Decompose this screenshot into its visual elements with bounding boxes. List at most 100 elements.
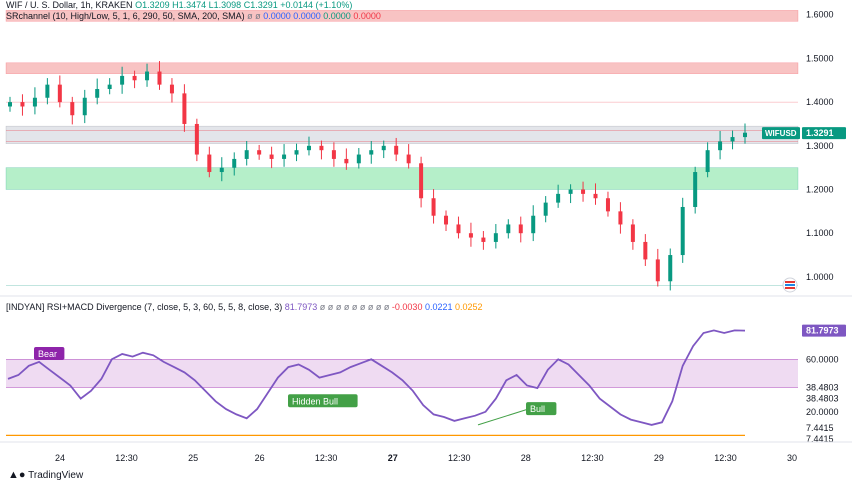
- candle-body: [344, 158, 349, 164]
- symbol-line[interactable]: WIF / U. S. Dollar, 1h, KRAKEN: [6, 0, 133, 10]
- candle-body: [95, 89, 100, 98]
- candle-body: [543, 202, 548, 216]
- candle-body: [120, 75, 125, 85]
- ind-null: ø: [359, 302, 366, 312]
- flag-icon[interactable]: [782, 277, 798, 293]
- candle-body: [232, 158, 237, 168]
- candle-body: [643, 241, 648, 260]
- rsi-band-fill: [6, 359, 798, 388]
- candle-body: [369, 150, 374, 155]
- ind-null: ø: [351, 302, 358, 312]
- sr-value: 0.0000: [293, 11, 321, 21]
- bear-label-text: Bear: [38, 349, 57, 359]
- sr-value: 0.0000: [323, 11, 351, 21]
- time-tick-label: 27: [388, 453, 398, 463]
- candle-body: [20, 102, 25, 107]
- time-tick-label: 12:30: [315, 453, 338, 463]
- candle-body: [294, 150, 299, 155]
- candle-body: [431, 198, 436, 216]
- time-tick-label: 30: [787, 453, 797, 463]
- candle-body: [730, 137, 735, 142]
- candle-body: [655, 259, 660, 282]
- sr-null: ø: [247, 11, 253, 21]
- brand-name: TradingView: [28, 470, 84, 481]
- price-axis: 1.6000 1.5000 1.4000 1.3000 1.2000 1.1000 1.00…: [806, 10, 834, 282]
- indicator-tick-label: 7.4415: [806, 423, 834, 433]
- bull-label-text: Hidden Bull: [292, 396, 338, 406]
- candle-body: [556, 193, 561, 203]
- sr-value: 0.0000: [353, 11, 381, 21]
- ind-value: 0.0221: [424, 302, 453, 312]
- candle-body: [8, 102, 12, 107]
- time-tick-label: 12:30: [581, 453, 604, 463]
- candle-body: [169, 84, 174, 94]
- candle-body: [568, 189, 573, 194]
- ind-value: 0.0252: [455, 302, 483, 312]
- price-tag-value: 1.3291: [806, 128, 834, 138]
- candle-body: [145, 71, 150, 81]
- ind-null: ø: [367, 302, 374, 312]
- symbol-tag-label: WIFUSD: [765, 129, 797, 138]
- ind-null: ø: [375, 302, 382, 312]
- ind-null: ø: [335, 302, 342, 312]
- price-tick-label: 1.4000: [806, 97, 834, 107]
- symbol-header: WIF / U. S. Dollar, 1h, KRAKEN O1.3209 H…: [6, 0, 352, 10]
- support-zone: [5, 167, 799, 190]
- indicator-label: [INDYAN] RSI+MACD Divergence (7, close, …: [6, 302, 283, 312]
- indicator-tick-label: 60.0000: [806, 354, 839, 364]
- candle-body: [32, 97, 37, 107]
- price-tick-label: 1.2000: [806, 185, 834, 195]
- candle-body: [605, 198, 610, 212]
- bull-label-text: Bull: [530, 404, 545, 414]
- indicator-value-text: 81.7973: [806, 326, 839, 336]
- ohlc-low: L1.3098: [208, 0, 242, 10]
- indicator-tick-label: 7.4415: [806, 434, 834, 444]
- sr-value: 0.0000: [263, 11, 291, 21]
- candle-body: [468, 233, 473, 238]
- candle-body: [57, 84, 62, 103]
- rsi-band: [6, 358, 798, 436]
- time-axis: 24 12:30 25 26 12:30 27 12:30 28 12:30 29 12:30 30: [55, 453, 797, 463]
- candle-body: [394, 145, 399, 155]
- candle-body: [107, 84, 112, 90]
- indicator-pane: Bear Hidden Bull Bull 60.0000 38.480338.480…: [6, 324, 846, 444]
- price-tick-label: 1.1000: [806, 228, 834, 238]
- candle-body: [668, 255, 673, 282]
- indicator-axis: 60.0000 38.480338.4803 20.0000 7.44157.4415…: [802, 324, 846, 444]
- price-tick-label: 1.6000: [806, 10, 834, 20]
- indicator-tick-label: 20.0000: [806, 407, 839, 417]
- candle-body: [306, 145, 311, 151]
- sr-zones: [5, 10, 799, 190]
- candle-body: [593, 193, 598, 199]
- candle-body: [207, 154, 212, 173]
- time-tick-label: 12:30: [448, 453, 471, 463]
- candle-body: [705, 150, 710, 173]
- candle-body: [182, 93, 187, 124]
- candle-body: [680, 206, 685, 256]
- neutral-zone: [5, 125, 799, 144]
- time-tick-label: 25: [188, 453, 198, 463]
- ohlc-high: H1.3474: [172, 0, 207, 10]
- time-tick-label: 12:30: [115, 453, 138, 463]
- candle-body: [269, 154, 274, 159]
- candle-body: [45, 84, 50, 98]
- candle-body: [219, 167, 224, 173]
- candle-body: [630, 224, 635, 242]
- candle-body: [618, 211, 623, 225]
- ind-null: ø: [319, 302, 326, 312]
- candle-body: [718, 141, 723, 151]
- candle-body: [406, 154, 411, 164]
- candle-body: [356, 154, 361, 164]
- tradingview-logo[interactable]: ▲● TradingView: [8, 469, 83, 481]
- tv-logo-icon: ▲●: [8, 469, 26, 481]
- candle-body: [581, 189, 586, 194]
- price-tick-label: 1.3000: [806, 141, 834, 151]
- candle-body: [257, 150, 262, 155]
- ohlc-change: +0.0144 (+1.10%): [280, 0, 353, 10]
- candle-body: [157, 71, 162, 85]
- candle-body: [531, 215, 536, 234]
- srchannel-legend[interactable]: SRchannel (10, High/Low, 5, 1, 6, 290, 5…: [6, 11, 381, 21]
- candle-body: [381, 145, 386, 151]
- candle-body: [743, 132, 747, 138]
- indicator-legend[interactable]: [INDYAN] RSI+MACD Divergence (7, close, …: [6, 302, 483, 312]
